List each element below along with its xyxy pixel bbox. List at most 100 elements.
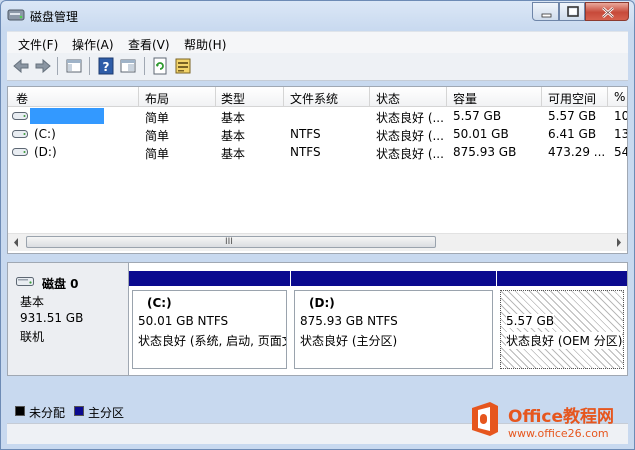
type-cell: 基本 xyxy=(221,147,246,161)
legend-label-primary: 主分区 xyxy=(88,406,125,420)
partition-color-bar xyxy=(291,271,496,286)
volume-list: 卷 布局 类型 文件系统 状态 容量 可用空间 % 简单 基本 状态良好 (..… xyxy=(7,86,628,254)
horizontal-scrollbar[interactable]: III xyxy=(8,233,627,251)
legend-label-unallocated: 未分配 xyxy=(29,406,66,420)
toolbar: ? xyxy=(7,53,628,81)
menu-action[interactable]: 操作(A) xyxy=(72,36,114,53)
status-cell: 状态良好 (... xyxy=(376,111,444,125)
status-cell: 状态良好 (... xyxy=(376,147,444,161)
partition-c[interactable]: (C:) 50.01 GB NTFS 状态良好 (系统, 启动, 页面文件, 活… xyxy=(129,271,290,369)
menu-file[interactable]: 文件(F) xyxy=(18,36,58,53)
minimize-button[interactable] xyxy=(532,2,559,21)
column-header-percent-free[interactable]: % xyxy=(614,90,625,104)
legend-swatch-primary xyxy=(74,406,84,416)
capacity-cell: 50.01 GB xyxy=(453,127,509,141)
column-header-layout[interactable]: 布局 xyxy=(145,90,169,107)
free-space-cell: 473.29 ... xyxy=(548,145,606,159)
table-row[interactable]: (D:) 简单 基本 NTFS 状态良好 (... 875.93 GB 473.… xyxy=(8,143,627,161)
capacity-cell: 875.93 GB xyxy=(453,145,517,159)
column-header-capacity[interactable]: 容量 xyxy=(453,90,477,107)
properties-icon[interactable] xyxy=(119,57,137,75)
filesystem-cell: NTFS xyxy=(290,145,321,159)
partition-body: 5.57 GB 状态良好 (OEM 分区) xyxy=(500,290,624,369)
scroll-right-arrow-icon[interactable] xyxy=(610,234,627,251)
scrollbar-thumb[interactable]: III xyxy=(26,236,436,248)
volume-name xyxy=(30,108,104,124)
window-title: 磁盘管理 xyxy=(30,10,79,24)
volume-icon xyxy=(12,130,28,138)
partition-d[interactable]: (D:) 875.93 GB NTFS 状态良好 (主分区) xyxy=(291,271,496,369)
partition-color-bar xyxy=(497,271,627,286)
menu-help[interactable]: 帮助(H) xyxy=(184,36,226,53)
toolbar-separator xyxy=(57,57,58,75)
layout-cell: 简单 xyxy=(145,147,170,161)
refresh-icon[interactable] xyxy=(151,57,169,75)
disk-state: 联机 xyxy=(20,330,45,344)
forward-arrow-icon[interactable] xyxy=(34,57,52,75)
menu-view[interactable]: 查看(V) xyxy=(128,36,170,53)
toolbar-separator xyxy=(144,57,145,75)
watermark-url: www.office26.com xyxy=(508,427,609,440)
capacity-cell: 5.57 GB xyxy=(453,109,502,123)
partition-body: (C:) 50.01 GB NTFS 状态良好 (系统, 启动, 页面文件, 活… xyxy=(132,290,287,369)
watermark-brand: Office教程网 xyxy=(508,407,615,427)
filesystem-cell: NTFS xyxy=(290,127,321,141)
volume-name: (D:) xyxy=(34,145,57,159)
partition-size: 875.93 GB NTFS xyxy=(300,314,398,328)
legend-swatch-unallocated xyxy=(15,406,25,416)
svg-text:?: ? xyxy=(103,60,110,74)
layout-cell: 简单 xyxy=(145,129,170,143)
table-row[interactable]: (C:) 简单 基本 NTFS 状态良好 (... 50.01 GB 6.41 … xyxy=(8,125,627,143)
disk-management-window: 磁盘管理 文件(F) 操作(A) 查看(V) 帮助(H) ? 卷 布局 类型 文… xyxy=(0,0,635,450)
back-arrow-icon[interactable] xyxy=(12,57,30,75)
partition-status: 状态良好 (主分区) xyxy=(300,334,398,348)
volume-icon xyxy=(12,112,28,120)
disk-graphical-view: 磁盘 0 基本 931.51 GB 联机 (C:) 50.01 GB NTFS … xyxy=(7,262,628,376)
minimize-icon xyxy=(541,13,552,18)
scroll-left-arrow-icon[interactable] xyxy=(8,234,25,251)
disk-management-app-icon xyxy=(7,9,25,21)
help-icon[interactable]: ? xyxy=(97,57,115,75)
volume-name: (C:) xyxy=(34,127,56,141)
partition-label: (D:) xyxy=(309,296,335,310)
partition-size: 5.57 GB xyxy=(506,314,555,328)
partition-oem[interactable]: 5.57 GB 状态良好 (OEM 分区) xyxy=(497,271,627,369)
maximize-icon xyxy=(567,6,579,17)
percent-free-cell: 13 xyxy=(614,127,627,141)
maximize-button[interactable] xyxy=(559,2,585,21)
column-header-type[interactable]: 类型 xyxy=(221,90,245,107)
type-cell: 基本 xyxy=(221,129,246,143)
layout-cell: 简单 xyxy=(145,111,170,125)
column-header-free-space[interactable]: 可用空间 xyxy=(548,90,596,107)
show-hide-console-tree-icon[interactable] xyxy=(65,57,83,75)
disk-size: 931.51 GB xyxy=(20,311,84,325)
close-button[interactable] xyxy=(585,2,629,21)
volume-icon xyxy=(12,148,28,156)
disk-type: 基本 xyxy=(20,295,45,309)
percent-free-cell: 100 xyxy=(614,109,627,123)
watermark: Office教程网 www.office26.com xyxy=(468,398,626,446)
status-cell: 状态良好 (... xyxy=(376,129,444,143)
office-logo-icon xyxy=(472,402,498,436)
type-cell: 基本 xyxy=(221,111,246,125)
partition-body: (D:) 875.93 GB NTFS 状态良好 (主分区) xyxy=(294,290,493,369)
partition-label: (C:) xyxy=(147,296,172,310)
percent-free-cell: 54 xyxy=(614,145,627,159)
rescan-disks-icon[interactable] xyxy=(174,57,192,75)
free-space-cell: 5.57 GB xyxy=(548,109,597,123)
column-header-volume[interactable]: 卷 xyxy=(16,90,28,107)
disk-0-info[interactable]: 磁盘 0 基本 931.51 GB 联机 xyxy=(8,263,129,375)
partition-color-bar xyxy=(129,271,290,286)
column-header-filesystem[interactable]: 文件系统 xyxy=(290,90,338,107)
volume-list-header: 卷 布局 类型 文件系统 状态 容量 可用空间 % xyxy=(8,87,627,107)
disk-icon xyxy=(16,277,34,286)
partition-status: 状态良好 (OEM 分区) xyxy=(506,332,623,349)
column-header-status[interactable]: 状态 xyxy=(376,90,400,107)
free-space-cell: 6.41 GB xyxy=(548,127,597,141)
scrollbar-grip: III xyxy=(225,237,233,247)
disk-name: 磁盘 0 xyxy=(42,277,79,291)
table-row[interactable]: 简单 基本 状态良好 (... 5.57 GB 5.57 GB 100 xyxy=(8,107,627,125)
toolbar-separator xyxy=(89,57,90,75)
menu-bar: 文件(F) 操作(A) 查看(V) 帮助(H) xyxy=(7,31,628,54)
close-icon xyxy=(602,7,614,18)
